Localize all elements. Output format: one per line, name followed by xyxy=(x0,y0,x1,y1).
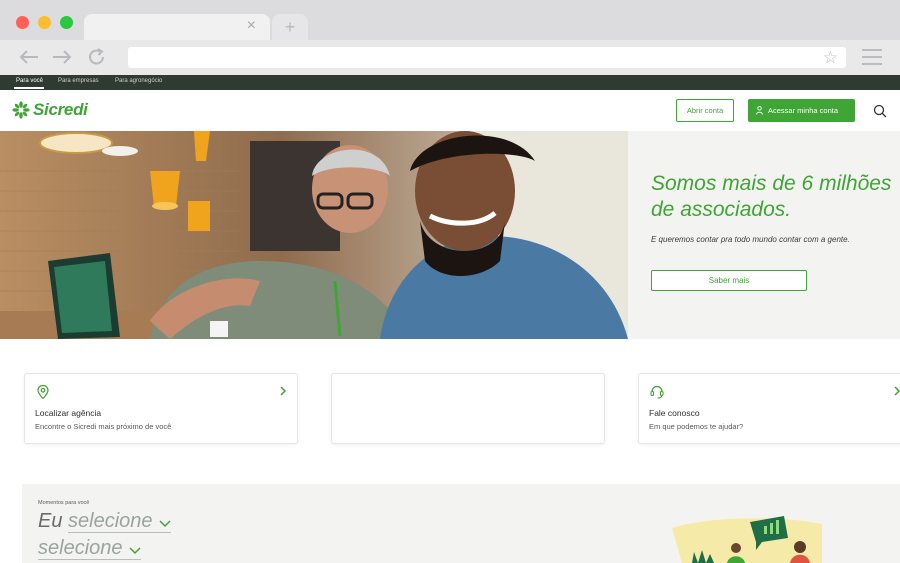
moments-illustration xyxy=(672,516,822,563)
card-description: Em que podemos te ajudar? xyxy=(649,422,744,431)
browser-titlebar: × + xyxy=(0,0,900,40)
card-contact-us[interactable]: Fale conosco Em que podemos te ajudar? xyxy=(638,373,900,444)
url-bar[interactable]: ☆ xyxy=(128,47,846,68)
new-tab-button[interactable]: + xyxy=(272,14,308,40)
chevron-down-icon xyxy=(159,520,171,528)
nav-para-voce[interactable]: Para você xyxy=(16,78,43,84)
bookmark-star-icon[interactable]: ☆ xyxy=(823,47,838,68)
hero-title: Somos mais de 6 milhões de associados. xyxy=(651,172,892,221)
card-empty xyxy=(331,373,605,444)
learn-more-button[interactable]: Saber mais xyxy=(651,270,807,291)
minimize-window-button[interactable] xyxy=(38,16,51,29)
browser-chrome: × + ☆ xyxy=(0,0,900,75)
hero-panel: Somos mais de 6 milhões de associados. E… xyxy=(628,131,900,339)
reload-icon[interactable] xyxy=(87,47,107,67)
chevron-right-icon[interactable] xyxy=(893,386,900,396)
nav-para-agronegocio[interactable]: Para agronegócio xyxy=(115,78,162,84)
chat-headset-icon xyxy=(650,385,664,399)
site-header: Sicredi Abrir conta Acessar minha conta xyxy=(0,90,900,131)
moments-prefix: Eu xyxy=(38,510,63,532)
card-title: Localizar agência xyxy=(35,408,102,418)
hero-image xyxy=(0,131,628,339)
access-account-button[interactable]: Acessar minha conta xyxy=(748,99,855,122)
moment-select-2-value: selecione xyxy=(38,537,123,559)
card-find-branch[interactable]: Localizar agência Encontre o Sicredi mai… xyxy=(24,373,298,444)
forward-arrow-icon[interactable] xyxy=(52,49,72,65)
user-icon xyxy=(756,106,763,115)
tab-close-icon[interactable]: × xyxy=(247,17,256,35)
moment-select-1-value: selecione xyxy=(68,510,153,532)
maximize-window-button[interactable] xyxy=(60,16,73,29)
moments-row-2: selecione xyxy=(38,537,141,560)
hero-subtitle: E queremos contar pra todo mundo contar … xyxy=(651,235,850,244)
browser-tab[interactable]: × xyxy=(84,14,270,40)
moments-label: Momentos para você xyxy=(38,500,90,506)
back-arrow-icon[interactable] xyxy=(19,49,39,65)
moments-section: Momentos para você Eu selecione selecion… xyxy=(22,484,900,563)
moment-select-1[interactable]: selecione xyxy=(68,510,171,533)
chevron-down-icon xyxy=(128,547,141,555)
active-nav-underline xyxy=(14,87,44,89)
browser-menu-icon[interactable] xyxy=(862,49,882,65)
search-icon[interactable] xyxy=(873,104,887,118)
nav-para-empresas[interactable]: Para empresas xyxy=(58,78,99,84)
close-window-button[interactable] xyxy=(16,16,29,29)
access-account-label: Acessar minha conta xyxy=(768,106,839,115)
audience-nav: Para você Para empresas Para agronegócio xyxy=(0,75,900,90)
card-description: Encontre o Sicredi mais próximo de você xyxy=(35,422,172,431)
sicredi-logo-icon[interactable] xyxy=(12,101,30,119)
moment-select-2[interactable]: selecione xyxy=(38,537,141,560)
chevron-right-icon[interactable] xyxy=(279,386,287,396)
location-pin-icon xyxy=(37,384,49,400)
open-account-button[interactable]: Abrir conta xyxy=(676,99,734,122)
card-title: Fale conosco xyxy=(649,408,700,418)
moments-row-1: Eu selecione xyxy=(38,510,171,533)
sicredi-logo-text[interactable]: Sicredi xyxy=(33,100,88,120)
